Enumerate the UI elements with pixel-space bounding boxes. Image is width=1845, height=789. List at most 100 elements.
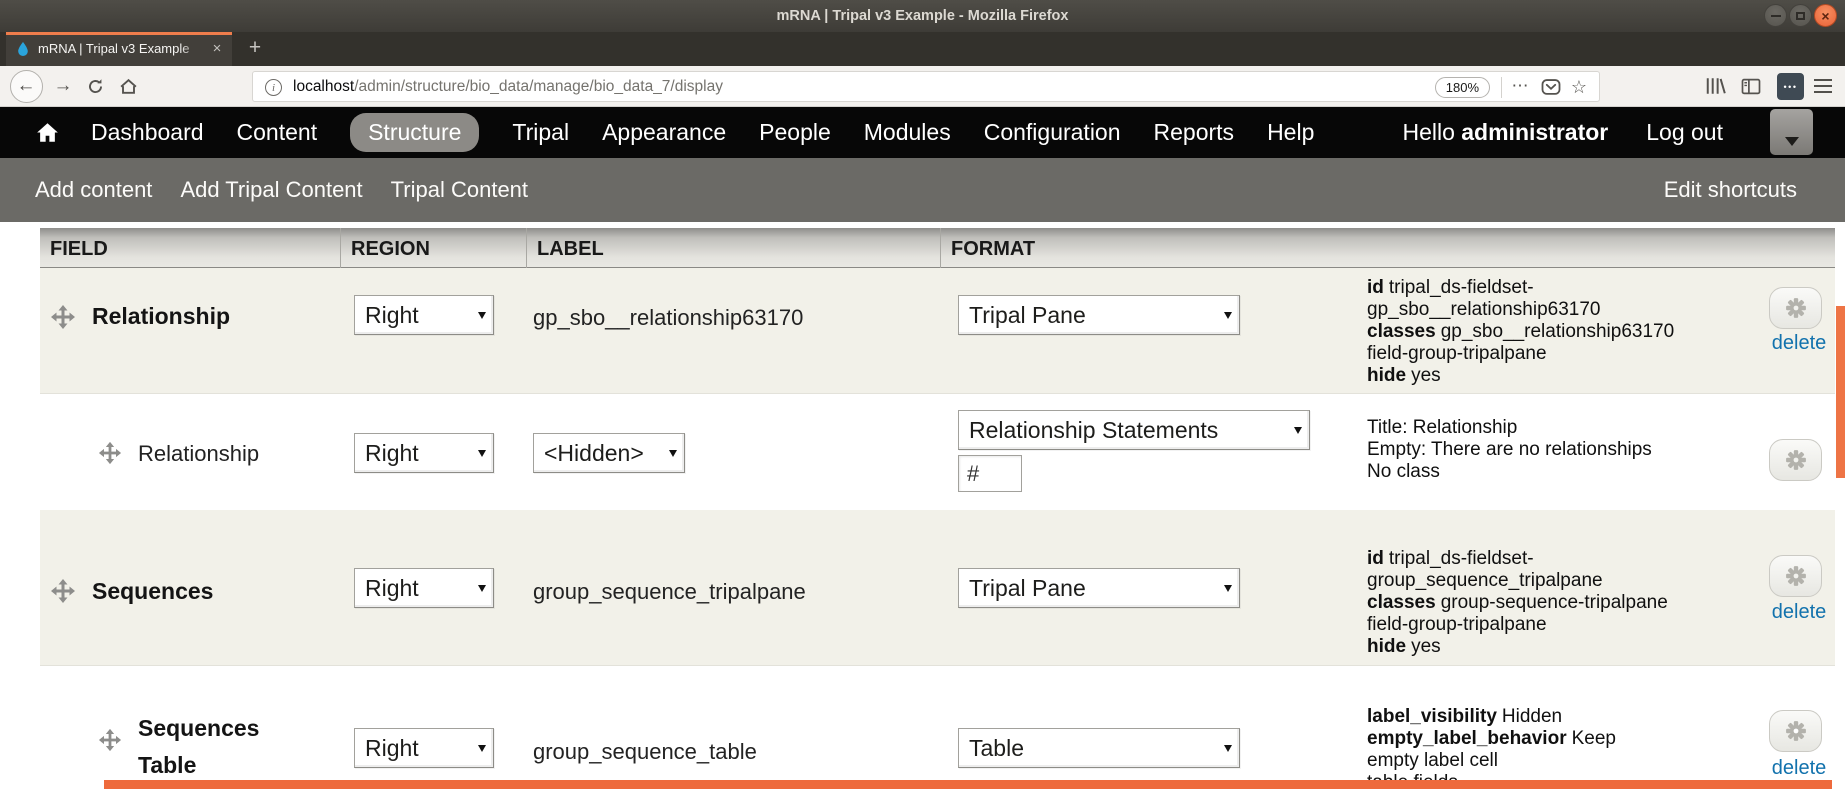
dropdown-arrow-icon bbox=[478, 312, 486, 319]
dropdown-arrow-icon bbox=[478, 585, 486, 592]
region-select-value: Right bbox=[365, 729, 419, 767]
url-bar[interactable]: i localhost/admin/structure/bio_data/man… bbox=[252, 71, 1600, 102]
admin-menu-item-reports[interactable]: Reports bbox=[1154, 119, 1235, 146]
admin-menu-item-modules[interactable]: Modules bbox=[864, 119, 951, 146]
field-summary: Title: Relationship Empty: There are no … bbox=[1367, 417, 1777, 483]
settings-gear-button[interactable] bbox=[1769, 555, 1822, 597]
vertical-scrollbar-thumb[interactable] bbox=[1836, 306, 1845, 478]
format-settings-input[interactable]: # bbox=[958, 455, 1022, 492]
settings-gear-button[interactable] bbox=[1769, 287, 1822, 329]
dropdown-arrow-icon bbox=[478, 450, 486, 457]
close-icon: × bbox=[1821, 8, 1829, 24]
window-maximize-button[interactable] bbox=[1789, 4, 1812, 27]
drag-handle-icon[interactable] bbox=[98, 441, 122, 465]
admin-menu-item-structure[interactable]: Structure bbox=[350, 113, 479, 152]
back-button[interactable]: ← bbox=[6, 66, 46, 106]
format-select[interactable]: Tripal Pane bbox=[958, 568, 1240, 608]
pocket-icon[interactable] bbox=[1541, 79, 1561, 96]
window-close-button[interactable]: × bbox=[1814, 4, 1837, 27]
admin-menu-bar: Dashboard Content Structure Tripal Appea… bbox=[0, 107, 1845, 158]
url-text: localhost/admin/structure/bio_data/manag… bbox=[293, 72, 723, 101]
admin-menu-item-configuration[interactable]: Configuration bbox=[984, 119, 1121, 146]
summary-value: yes bbox=[1411, 636, 1441, 657]
admin-menu-item-dashboard[interactable]: Dashboard bbox=[91, 119, 204, 146]
region-select[interactable]: Right bbox=[354, 728, 494, 768]
toolbar-toggle-button[interactable] bbox=[1770, 109, 1813, 155]
bookmark-star-button[interactable]: ☆ bbox=[1567, 72, 1591, 102]
region-select[interactable]: Right bbox=[354, 295, 494, 335]
horizontal-scrollbar-thumb[interactable] bbox=[104, 780, 1832, 789]
summary-key: id bbox=[1367, 277, 1384, 298]
settings-gear-button[interactable] bbox=[1769, 710, 1822, 752]
delete-link[interactable]: delete bbox=[1760, 757, 1838, 780]
reload-button[interactable] bbox=[80, 66, 110, 106]
reload-icon bbox=[87, 78, 104, 95]
window-minimize-button[interactable] bbox=[1764, 4, 1787, 27]
summary-value: Empty: There are no relationships bbox=[1367, 439, 1652, 460]
admin-menu-item-content[interactable]: Content bbox=[237, 119, 318, 146]
edit-shortcuts-link[interactable]: Edit shortcuts bbox=[1664, 177, 1797, 203]
browser-tab-active[interactable]: mRNA | Tripal v3 Example × bbox=[6, 32, 232, 66]
field-label: gp_sbo__relationship63170 bbox=[533, 305, 803, 331]
region-select[interactable]: Right bbox=[354, 568, 494, 608]
new-tab-button[interactable]: + bbox=[240, 32, 270, 64]
drag-handle-icon[interactable] bbox=[50, 304, 76, 330]
summary-value: group-sequence-tripalpane bbox=[1441, 592, 1668, 613]
format-select-value: Relationship Statements bbox=[969, 411, 1218, 449]
label-select[interactable]: <Hidden> bbox=[533, 433, 685, 473]
format-select[interactable]: Relationship Statements bbox=[958, 410, 1310, 450]
shortcut-add-content[interactable]: Add content bbox=[35, 177, 152, 203]
drag-handle-icon[interactable] bbox=[50, 578, 76, 604]
library-icon[interactable] bbox=[1705, 77, 1727, 95]
summary-value: tripal_ds-fieldset- bbox=[1389, 548, 1534, 569]
user-greeting: Hello administrator bbox=[1402, 119, 1608, 146]
tab-close-button[interactable]: × bbox=[207, 32, 227, 65]
shortcut-add-tripal-content[interactable]: Add Tripal Content bbox=[180, 177, 362, 203]
window-title: mRNA | Tripal v3 Example - Mozilla Firef… bbox=[0, 0, 1845, 32]
region-select[interactable]: Right bbox=[354, 433, 494, 473]
format-select-value: Table bbox=[969, 729, 1024, 767]
window-titlebar[interactable]: mRNA | Tripal v3 Example - Mozilla Firef… bbox=[0, 0, 1845, 32]
url-path: /admin/structure/bio_data/manage/bio_dat… bbox=[354, 78, 723, 95]
format-select[interactable]: Table bbox=[958, 728, 1240, 768]
dropdown-arrow-icon bbox=[669, 450, 677, 457]
format-select-value: Tripal Pane bbox=[969, 569, 1086, 607]
region-select-value: Right bbox=[365, 434, 419, 472]
back-arrow-icon: ← bbox=[10, 70, 43, 103]
admin-menu-item-appearance[interactable]: Appearance bbox=[602, 119, 726, 146]
field-name: Sequences Table bbox=[138, 710, 259, 784]
zoom-level-button[interactable]: 180% bbox=[1435, 77, 1490, 98]
admin-home-icon[interactable] bbox=[36, 122, 59, 143]
display-table-header: FIELD REGION LABEL FORMAT bbox=[40, 228, 1835, 268]
drag-handle-icon[interactable] bbox=[98, 728, 122, 752]
admin-menu-account: Hello administrator Log out bbox=[1402, 119, 1723, 146]
home-button[interactable] bbox=[112, 66, 144, 106]
delete-link[interactable]: delete bbox=[1760, 332, 1838, 355]
format-select[interactable]: Tripal Pane bbox=[958, 295, 1240, 335]
admin-menu-item-tripal[interactable]: Tripal bbox=[512, 119, 569, 146]
extension-menu-button[interactable]: ••• bbox=[1777, 73, 1804, 100]
summary-key: classes bbox=[1367, 321, 1436, 342]
summary-key: hide bbox=[1367, 365, 1406, 386]
field-summary: idtripal_ds-fieldset- gp_sbo__relationsh… bbox=[1367, 277, 1777, 387]
logout-link[interactable]: Log out bbox=[1646, 119, 1723, 146]
gear-icon bbox=[1785, 449, 1807, 471]
site-info-icon[interactable]: i bbox=[265, 79, 282, 96]
dropdown-arrow-icon bbox=[478, 745, 486, 752]
summary-value: Hidden bbox=[1502, 706, 1562, 727]
admin-menu-item-help[interactable]: Help bbox=[1267, 119, 1314, 146]
summary-value: gp_sbo__relationship63170 bbox=[1367, 299, 1600, 320]
sidebar-icon[interactable] bbox=[1741, 78, 1761, 95]
forward-button[interactable]: → bbox=[48, 66, 78, 106]
summary-value: group_sequence_tripalpane bbox=[1367, 570, 1603, 591]
tab-bar: mRNA | Tripal v3 Example × + bbox=[0, 32, 1845, 66]
page-actions-button[interactable]: ⋯ bbox=[1507, 72, 1533, 100]
gear-icon bbox=[1785, 565, 1807, 587]
field-summary: label_visibilityHidden empty_label_behav… bbox=[1367, 706, 1777, 789]
label-select-value: <Hidden> bbox=[544, 434, 644, 472]
menu-hamburger-icon[interactable] bbox=[1814, 79, 1832, 93]
delete-link[interactable]: delete bbox=[1760, 601, 1838, 624]
admin-menu-item-people[interactable]: People bbox=[759, 119, 831, 146]
settings-gear-button[interactable] bbox=[1769, 439, 1822, 481]
shortcut-tripal-content[interactable]: Tripal Content bbox=[391, 177, 528, 203]
